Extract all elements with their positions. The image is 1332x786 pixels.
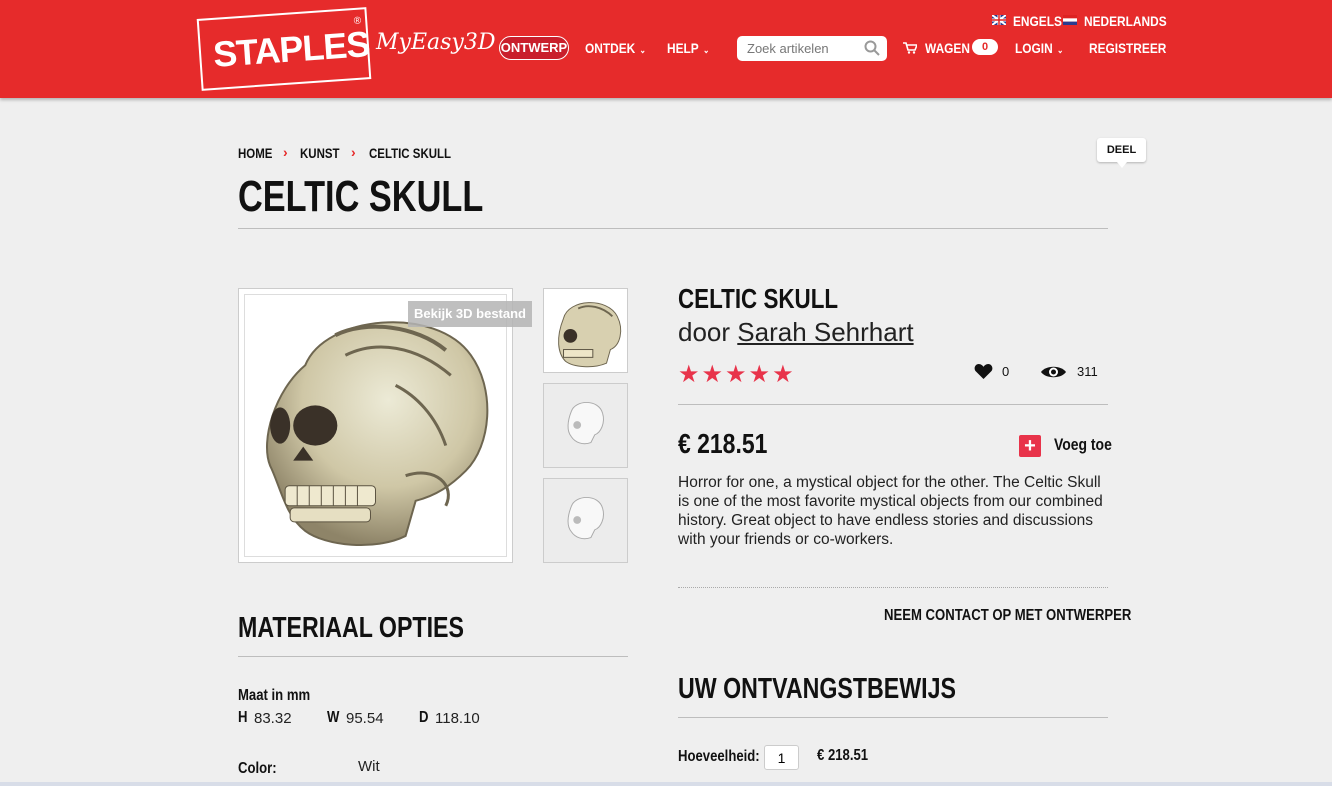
receipt-title: UW ONTVANGSTBEWIJS bbox=[678, 673, 956, 705]
page-title: CELTIC SKULL bbox=[238, 172, 484, 221]
skull-thumbnail-image bbox=[558, 302, 622, 368]
quantity-label: Hoeveelheid: bbox=[678, 748, 760, 765]
height-label: H bbox=[238, 709, 248, 726]
nl-flag-icon[interactable] bbox=[1063, 15, 1077, 25]
view-3d-file-button[interactable]: Bekijk 3D bestand bbox=[408, 301, 532, 327]
nav-discover-label: ONTDEK bbox=[585, 40, 636, 56]
title-divider bbox=[238, 228, 1108, 229]
heart-icon[interactable] bbox=[974, 364, 993, 380]
cart-count-badge: 0 bbox=[972, 39, 998, 55]
chevron-down-icon: ⌄ bbox=[639, 45, 646, 55]
contact-designer-link[interactable]: NEEM CONTACT OP MET ONTWERPER bbox=[884, 607, 1131, 625]
product-thumbnail-3[interactable] bbox=[543, 478, 628, 563]
top-header: STAPLES ® MyEasy3D ONTWERP ONTDEK ⌄ HELP ⌄… bbox=[0, 0, 1332, 98]
skull-image bbox=[266, 321, 489, 546]
nav-register-link[interactable]: REGISTREER bbox=[1089, 40, 1166, 56]
color-value[interactable]: Wit bbox=[358, 758, 380, 775]
color-label: Color: bbox=[238, 760, 277, 777]
breadcrumb-home[interactable]: HOME bbox=[238, 145, 272, 161]
nav-help-label: HELP bbox=[667, 40, 699, 56]
nav-design-button[interactable]: ONTWERP bbox=[499, 36, 569, 60]
product-thumbnail-1[interactable] bbox=[543, 288, 628, 373]
views-count: 311 bbox=[1077, 364, 1098, 379]
share-button[interactable]: DEEL bbox=[1097, 138, 1146, 168]
material-divider bbox=[238, 656, 628, 657]
nav-login-label: LOGIN bbox=[1015, 40, 1053, 56]
search-icon[interactable] bbox=[863, 39, 881, 57]
logo-text: STAPLES bbox=[211, 23, 371, 75]
nav-cart-link[interactable]: WAGEN bbox=[925, 40, 970, 56]
dotted-divider bbox=[678, 587, 1108, 588]
chevron-right-icon: › bbox=[351, 144, 356, 160]
skull-model-thumbnail bbox=[567, 496, 604, 540]
height-value: 83.32 bbox=[254, 710, 292, 727]
size-label: Maat in mm bbox=[238, 687, 311, 704]
likes-count: 0 bbox=[1002, 364, 1010, 379]
window-bottom-edge bbox=[0, 782, 1332, 786]
product-price: € 218.51 bbox=[678, 428, 768, 459]
product-thumbnail-2[interactable] bbox=[543, 383, 628, 468]
cart-icon[interactable] bbox=[903, 42, 917, 54]
receipt-total: € 218.51 bbox=[817, 747, 869, 764]
chevron-down-icon: ⌄ bbox=[1056, 45, 1064, 55]
breadcrumb-current: CELTIC SKULL bbox=[369, 145, 452, 161]
search-input[interactable] bbox=[745, 40, 859, 57]
add-to-cart-icon[interactable]: + bbox=[1019, 435, 1041, 457]
designer-link[interactable]: Sarah Sehrhart bbox=[737, 317, 913, 347]
uk-flag-icon[interactable] bbox=[992, 15, 1006, 25]
lang-dutch-link[interactable]: NEDERLANDS bbox=[1084, 13, 1167, 29]
staples-logo[interactable]: STAPLES ® bbox=[196, 7, 372, 91]
product-main-image[interactable] bbox=[238, 288, 513, 563]
product-name: CELTIC SKULL bbox=[678, 283, 839, 314]
quantity-input[interactable] bbox=[764, 745, 799, 770]
eye-icon bbox=[1041, 366, 1066, 378]
star-rating[interactable]: ★★★★★ bbox=[678, 360, 796, 389]
product-description: Horror for one, a mystical object for th… bbox=[678, 474, 1103, 548]
chevron-down-icon: ⌄ bbox=[702, 45, 710, 55]
skull-model-thumbnail bbox=[567, 401, 604, 445]
product-designer-line: door Sarah Sehrhart bbox=[678, 317, 914, 348]
breadcrumb-kunst[interactable]: KUNST bbox=[300, 145, 340, 161]
width-value: 95.54 bbox=[346, 710, 384, 727]
depth-label: D bbox=[419, 709, 429, 726]
chevron-right-icon: › bbox=[283, 144, 288, 160]
lang-english-link[interactable]: ENGELS bbox=[1013, 13, 1062, 29]
by-prefix: door bbox=[678, 317, 731, 347]
logo-registered-mark: ® bbox=[353, 15, 362, 28]
nav-discover-menu[interactable]: ONTDEK ⌄ bbox=[585, 40, 646, 56]
info-divider bbox=[678, 404, 1108, 405]
nav-help-menu[interactable]: HELP ⌄ bbox=[667, 40, 709, 56]
width-label: W bbox=[327, 709, 340, 726]
receipt-divider bbox=[678, 717, 1108, 718]
material-options-title: MATERIAAL OPTIES bbox=[238, 612, 464, 644]
depth-value: 118.10 bbox=[435, 710, 480, 727]
myeasy3d-logo[interactable]: MyEasy3D bbox=[376, 30, 496, 55]
add-to-cart-button[interactable]: Voeg toe bbox=[1054, 435, 1112, 455]
nav-login-menu[interactable]: LOGIN ⌄ bbox=[1015, 40, 1063, 56]
search-box bbox=[737, 36, 887, 61]
